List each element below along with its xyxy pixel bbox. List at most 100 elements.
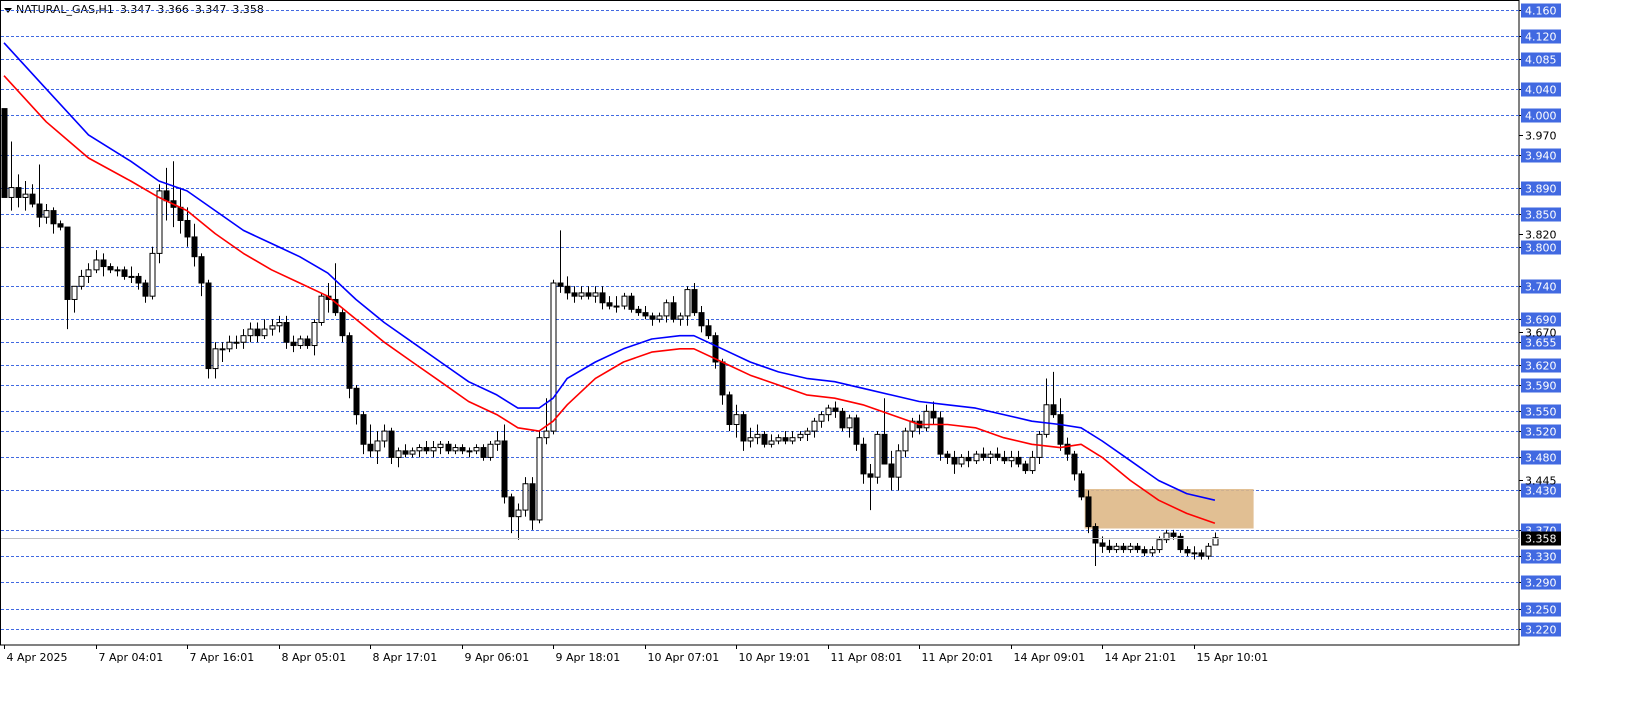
candle-body [212,348,219,370]
price-tag-label: 3.550 [1525,406,1557,419]
candle-body [1191,552,1198,555]
candle-body [78,275,85,287]
candle-body [635,308,642,314]
price-tag-label: 3.620 [1525,360,1557,373]
candle-body [543,430,550,439]
candle-body [430,447,437,452]
candle-body [452,447,459,452]
candle-body [628,295,635,310]
candle-body [881,433,888,465]
candle-body [1113,545,1120,551]
candle-body [1071,453,1078,475]
candle-body [480,447,487,458]
candle-body [283,322,290,343]
candle-body [811,420,818,432]
candle-body [684,289,691,317]
price-tag-label: 4.040 [1525,84,1557,97]
candle-body [184,219,191,238]
candle-body [895,450,902,478]
candle-body [818,414,825,422]
price-tag-label: 4.000 [1525,110,1557,123]
candle-body [339,312,346,337]
candle-body [1001,456,1008,462]
candle-body [592,292,599,297]
candle-body [965,456,972,462]
candle-body [501,440,508,498]
candle-body [15,187,22,198]
candle-body [269,325,276,330]
candle-body [388,430,395,458]
price-tag-label: 3.690 [1525,314,1557,327]
time-label: 10 Apr 19:01 [739,651,811,664]
price-tag-label: 3.850 [1525,209,1557,222]
candle-body [951,456,958,465]
candle-body [980,453,987,458]
candle-body [1057,414,1064,445]
time-label: 9 Apr 06:01 [465,651,530,664]
price-tag-label: 3.480 [1525,452,1557,465]
candle-body [71,285,78,300]
price-label: 3.820 [1525,229,1557,242]
candle-body [191,236,198,258]
candle-body [459,447,466,452]
candle-body [50,210,57,225]
candle-body [761,433,768,445]
price-tag-label: 3.940 [1525,150,1557,163]
candle-body [656,315,663,320]
candle-body [1078,473,1085,498]
candle-body [445,443,452,452]
candle-body [670,302,677,320]
price-label: 3.445 [1525,475,1557,488]
candle-body [606,302,613,307]
candle-body [571,292,578,297]
candle-body [832,407,839,412]
candle-body [219,348,226,351]
candle-body [254,328,261,337]
candle-body [121,269,128,277]
candle-body [240,335,247,343]
candle-body [1170,532,1177,537]
candle-body [867,473,874,478]
candle-body [789,437,796,442]
candle-body [705,325,712,337]
candle-body [1,108,8,198]
candle-body [290,341,297,347]
candle-body [395,450,402,458]
moving-averages [3,42,1216,524]
candle-body [994,453,1001,458]
candle-body [247,328,254,337]
time-label: 7 Apr 16:01 [190,651,255,664]
price-chart[interactable]: 4.160 4.120 4.085 4.040 4.000 3.940 3.890 3.850… [0,0,1651,707]
candle-body [621,295,628,307]
candle-body [374,440,381,452]
time-label: 10 Apr 07:01 [648,651,720,664]
candle-body [381,430,388,442]
price-tag-label: 3.890 [1525,183,1557,196]
supply-zone [1084,489,1254,529]
time-label: 14 Apr 21:01 [1105,651,1177,664]
price-tag-label: 3.220 [1525,624,1557,637]
candle-body [149,252,156,297]
supply-zone-rect [1084,489,1254,529]
candle-body [487,443,494,458]
candle-body [156,190,163,254]
candle-body [797,433,804,439]
time-axis: 4 Apr 2025 7 Apr 04:01 7 Apr 16:01 8 Apr 05… [4,645,1268,664]
candle-body [409,450,416,455]
candle-body [93,259,100,271]
candle-body [853,417,860,445]
candle-body [944,453,951,458]
candle-body [663,302,670,317]
candle-body [987,453,994,458]
candle-body [85,269,92,277]
candle-body [107,266,114,271]
price-tag-label: 4.160 [1525,5,1557,18]
candle-body [613,305,620,308]
candle-body [874,433,881,478]
candle-body [360,414,367,445]
price-tag-label: 4.085 [1525,54,1557,67]
candle-body [402,450,409,455]
candle-body [768,440,775,445]
candle-body [754,433,761,439]
candle-body [677,315,684,320]
